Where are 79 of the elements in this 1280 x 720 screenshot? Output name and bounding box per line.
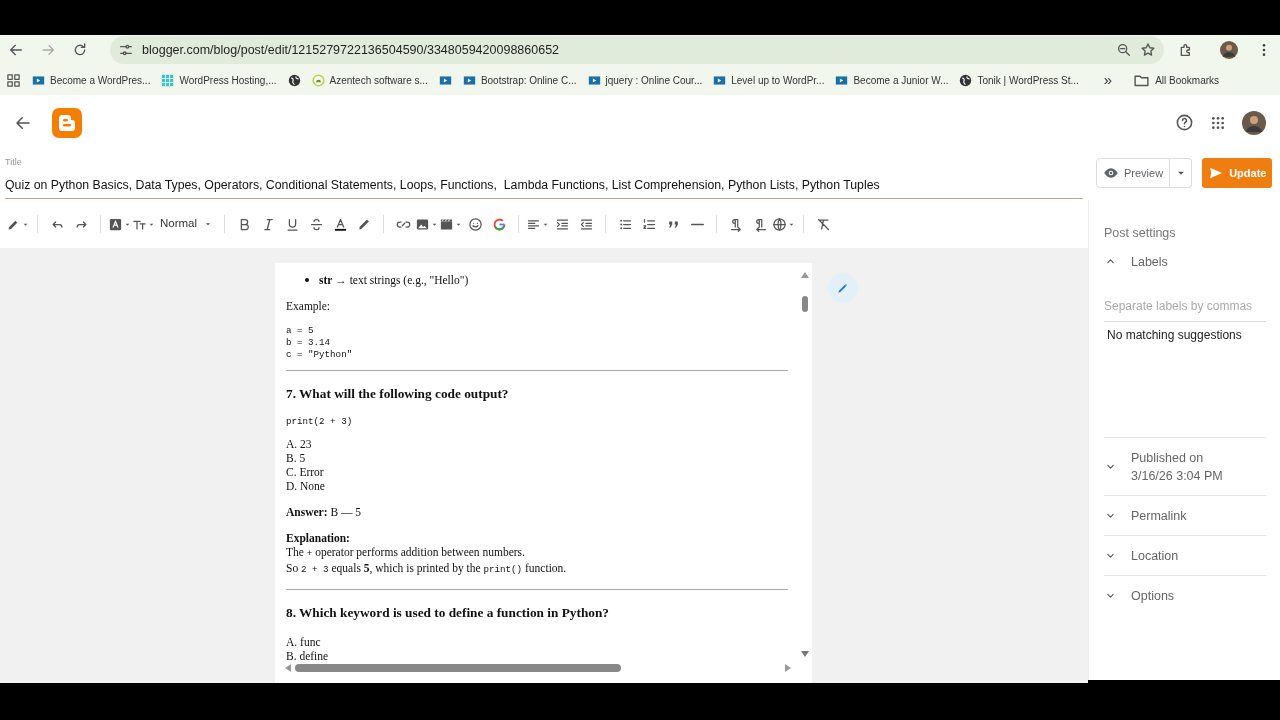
- code-line: print(2 + 3): [286, 416, 354, 428]
- clear-format-icon: [815, 216, 831, 232]
- strikethrough-icon: [308, 216, 324, 232]
- film-icon: [439, 216, 455, 232]
- outdent-icon: [578, 216, 594, 232]
- settings-section[interactable]: Options: [1104, 586, 1266, 605]
- url-text: blogger.com/blog/post/edit/1215279722136504590/3348059420098860652: [142, 41, 561, 59]
- account-avatar-icon[interactable]: [1242, 110, 1266, 135]
- globe-icon: [772, 216, 788, 232]
- text-line: Example:: [286, 299, 332, 313]
- video-icon: [462, 73, 476, 87]
- horizontal-scrollbar[interactable]: [283, 663, 793, 673]
- globe-icon: [287, 73, 301, 87]
- bookmark[interactable]: Azentech software s...: [311, 72, 428, 88]
- bookmark[interactable]: [438, 73, 452, 87]
- bookmark[interactable]: WordPress Hosting,...: [161, 72, 277, 88]
- text-line: The + operator performs addition between numbers.: [286, 545, 526, 561]
- text-line: So 2 + 3 equals 5, which is printed by the print() function.: [286, 561, 568, 577]
- settings-section[interactable]: Labels: [1104, 252, 1266, 271]
- grid-icon: [161, 73, 175, 87]
- text-line: A. func: [286, 635, 322, 649]
- numbered-list-icon: [641, 216, 657, 232]
- text-line: Answer: B — 5: [286, 505, 363, 519]
- eye-icon: [1103, 165, 1119, 181]
- bookmark-star-icon[interactable]: [1140, 42, 1156, 58]
- pilcrow-right-icon: [728, 216, 744, 232]
- list-item: str → text strings (e.g., "Hello"): [319, 273, 469, 287]
- settings-section[interactable]: Location: [1104, 546, 1266, 565]
- bookmark[interactable]: Become a Junior W...: [835, 72, 949, 88]
- smiley-icon: [467, 216, 483, 232]
- address-bar[interactable]: blogger.com/blog/post/edit/1215279722136504590/3348059420098860652: [110, 36, 1164, 64]
- suggestion-text: No matching suggestions: [1106, 326, 1243, 344]
- all-bookmarks-button[interactable]: All Bookmarks: [1133, 71, 1220, 89]
- panel-heading: Post settings: [1104, 225, 1177, 242]
- settings-section[interactable]: Permalink: [1104, 506, 1266, 525]
- text-line: B. define: [286, 649, 330, 663]
- text-line: D. None: [286, 479, 326, 493]
- title-label: Title: [5, 156, 23, 169]
- google-g-icon: [491, 216, 507, 232]
- video-icon: [587, 73, 601, 87]
- bookmark[interactable]: Become a WordPres...: [32, 72, 151, 88]
- zoom-icon[interactable]: [1116, 42, 1132, 58]
- question-heading: 7. What will the following code output?: [286, 386, 510, 402]
- help-icon[interactable]: [1175, 113, 1194, 132]
- code-line: c = "Python": [286, 349, 354, 361]
- apps-grid-icon[interactable]: [1210, 114, 1226, 131]
- video-icon: [438, 73, 452, 87]
- paragraph-style-dropdown[interactable]: Normal: [156, 212, 218, 236]
- code-line: a = 5: [286, 325, 315, 337]
- letter-a-icon: [108, 216, 123, 232]
- code-line: b = 3.14: [286, 337, 332, 349]
- text-line: A. 23: [286, 437, 313, 451]
- site-info-icon[interactable]: [118, 42, 134, 58]
- video-icon: [835, 73, 849, 87]
- video-icon: [713, 73, 727, 87]
- text-line: C. Error: [286, 465, 325, 479]
- text-line: Explanation:: [286, 531, 351, 545]
- apps-icon[interactable]: [6, 72, 21, 88]
- logo-icon[interactable]: [52, 107, 82, 138]
- profile-avatar-icon[interactable]: [1220, 41, 1238, 59]
- reload-button[interactable]: [72, 42, 88, 58]
- bookmark[interactable]: [287, 73, 301, 87]
- settings-section[interactable]: Published on 3/16/26 3:04 PM: [1104, 448, 1266, 485]
- bookmark[interactable]: Tonik | WordPress St...: [959, 72, 1079, 88]
- bookmark[interactable]: Bootstrap: Online C...: [462, 72, 577, 88]
- overflow-button[interactable]: »: [1103, 68, 1113, 92]
- horizontal-line-icon: [690, 222, 704, 226]
- preview-button[interactable]: Preview: [1096, 158, 1171, 188]
- back-button[interactable]: [8, 42, 24, 58]
- question-heading: 8. Which keyword is used to define a function in Python?: [286, 605, 610, 621]
- text-line: B. 5: [286, 451, 307, 465]
- bullet-icon: [305, 278, 309, 282]
- video-icon: [32, 73, 45, 87]
- android-icon: [311, 73, 325, 87]
- globe-icon: [959, 73, 973, 87]
- indent-icon: [554, 216, 570, 232]
- text-color-icon: [332, 216, 348, 232]
- bookmark[interactable]: jquery : Online Cour...: [587, 72, 703, 88]
- bookmark[interactable]: Level up to WordPr...: [713, 72, 825, 88]
